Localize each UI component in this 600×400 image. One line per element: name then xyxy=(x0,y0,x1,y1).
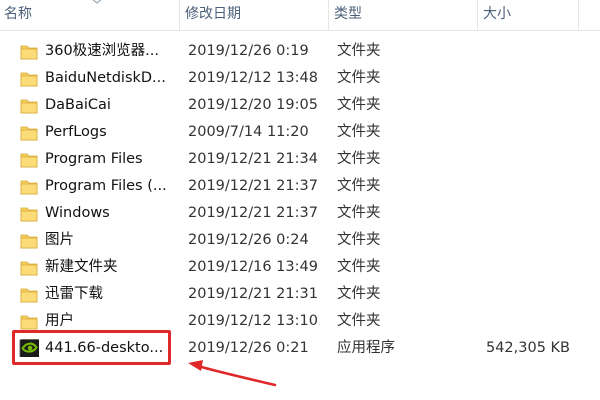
folder-icon xyxy=(20,72,38,87)
file-type: 应用程序 xyxy=(337,340,395,356)
column-header-type-label: 类型 xyxy=(334,6,362,22)
file-name: 360极速浏览器... xyxy=(45,43,160,59)
file-name: Program Files (... xyxy=(45,178,167,194)
file-size xyxy=(470,254,570,281)
file-size xyxy=(470,227,570,254)
file-size: 542,305 KB xyxy=(485,340,570,356)
file-name: 图片 xyxy=(45,232,74,248)
file-size xyxy=(470,65,570,92)
file-date: 2019/12/12 13:48 xyxy=(188,70,318,86)
file-type: 文件夹 xyxy=(337,124,381,140)
file-date: 2009/7/14 11:20 xyxy=(188,124,309,140)
file-row[interactable]: 360极速浏览器... 2019/12/26 0:19 文件夹 xyxy=(0,38,600,65)
file-date: 2019/12/16 13:49 xyxy=(188,259,318,275)
folder-icon xyxy=(20,207,38,222)
file-date: 2019/12/26 0:19 xyxy=(188,43,309,59)
file-date: 2019/12/26 0:21 xyxy=(188,340,309,356)
folder-icon xyxy=(20,288,38,303)
column-header-size-label: 大小 xyxy=(483,6,511,22)
file-date: 2019/12/20 19:05 xyxy=(188,97,318,113)
file-type: 文件夹 xyxy=(337,286,381,302)
file-row[interactable]: Program Files (... 2019/12/21 21:37 文件夹 xyxy=(0,173,600,200)
column-header-name-label: 名称 xyxy=(4,6,32,22)
column-header-date[interactable]: 修改日期 xyxy=(181,0,329,30)
folder-icon xyxy=(20,315,38,330)
column-header-size[interactable]: 大小 xyxy=(479,0,579,30)
file-size xyxy=(470,146,570,173)
folder-icon xyxy=(20,180,38,195)
file-name: PerfLogs xyxy=(45,124,107,140)
file-size xyxy=(470,38,570,65)
file-size xyxy=(470,281,570,308)
file-type: 文件夹 xyxy=(337,259,381,275)
column-header-date-label: 修改日期 xyxy=(185,6,241,22)
file-type: 文件夹 xyxy=(337,43,381,59)
file-type: 文件夹 xyxy=(337,232,381,248)
file-row[interactable]: BaiduNetdiskD... 2019/12/12 13:48 文件夹 xyxy=(0,65,600,92)
file-type: 文件夹 xyxy=(337,205,381,221)
file-type: 文件夹 xyxy=(337,313,381,329)
file-row[interactable]: PerfLogs 2009/7/14 11:20 文件夹 xyxy=(0,119,600,146)
file-list: 360极速浏览器... 2019/12/26 0:19 文件夹 BaiduNet… xyxy=(0,38,600,362)
file-date: 2019/12/26 0:24 xyxy=(188,232,309,248)
file-date: 2019/12/21 21:37 xyxy=(188,205,318,221)
file-size xyxy=(470,173,570,200)
file-date: 2019/12/21 21:34 xyxy=(188,151,318,167)
file-row[interactable]: 迅雷下载 2019/12/21 21:31 文件夹 xyxy=(0,281,600,308)
folder-icon xyxy=(20,234,38,249)
file-name: 迅雷下载 xyxy=(45,286,103,302)
file-date: 2019/12/12 13:10 xyxy=(188,313,318,329)
file-size xyxy=(470,308,570,335)
folder-icon xyxy=(20,99,38,114)
highlight-box xyxy=(12,330,171,365)
file-name: BaiduNetdiskD... xyxy=(45,70,166,86)
column-header-bar: 名称 修改日期 类型 大小 xyxy=(0,0,600,31)
column-header-type[interactable]: 类型 xyxy=(330,0,478,30)
folder-icon xyxy=(20,153,38,168)
file-row[interactable]: 图片 2019/12/26 0:24 文件夹 xyxy=(0,227,600,254)
file-date: 2019/12/21 21:31 xyxy=(188,286,318,302)
folder-icon xyxy=(20,45,38,60)
folder-icon xyxy=(20,126,38,141)
file-row[interactable]: 新建文件夹 2019/12/16 13:49 文件夹 xyxy=(0,254,600,281)
file-size xyxy=(470,119,570,146)
file-type: 文件夹 xyxy=(337,151,381,167)
sort-chevron-icon xyxy=(92,0,102,4)
file-date: 2019/12/21 21:37 xyxy=(188,178,318,194)
file-row[interactable]: DaBaiCai 2019/12/20 19:05 文件夹 xyxy=(0,92,600,119)
file-row[interactable]: Program Files 2019/12/21 21:34 文件夹 xyxy=(0,146,600,173)
file-name: Program Files xyxy=(45,151,143,167)
file-name: Windows xyxy=(45,205,110,221)
file-type: 文件夹 xyxy=(337,178,381,194)
file-name: DaBaiCai xyxy=(45,97,111,113)
file-size xyxy=(470,200,570,227)
folder-icon xyxy=(20,261,38,276)
file-type: 文件夹 xyxy=(337,97,381,113)
column-header-name[interactable]: 名称 xyxy=(0,0,180,30)
file-row[interactable]: Windows 2019/12/21 21:37 文件夹 xyxy=(0,200,600,227)
file-size xyxy=(470,92,570,119)
file-type: 文件夹 xyxy=(337,70,381,86)
file-name: 新建文件夹 xyxy=(45,259,118,275)
